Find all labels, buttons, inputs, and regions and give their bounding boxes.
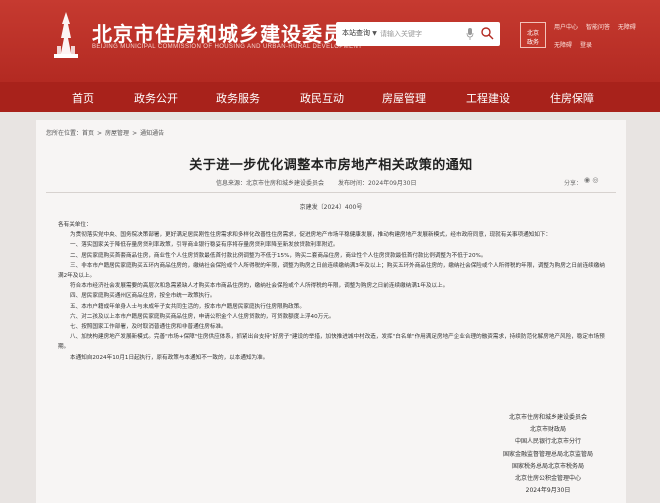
nav-housing-management[interactable]: 房屋管理 xyxy=(382,90,426,106)
search-scope-select[interactable]: 本站查询 ▼ xyxy=(342,28,377,38)
signatory: 国家金融监督管理总局北京监管局 xyxy=(502,450,593,458)
breadcrumb-home[interactable]: 您所在位置：首页 xyxy=(46,130,94,137)
article-date: 发布时间：2024年09月30日 xyxy=(337,180,417,187)
search-box: 本站查询 ▼ xyxy=(336,22,500,46)
site-logo-icon[interactable] xyxy=(52,10,80,60)
signatory: 北京市住房和城乡建设委员会 xyxy=(508,414,587,421)
breadcrumb-separator: > xyxy=(132,130,138,137)
signatory: 中国人民银行北京市分行 xyxy=(514,438,581,446)
paragraph: 一、落实国家关于降低存量房贷利率政策，引导商业银行稳妥有序将存量房贷利率降至新发… xyxy=(70,242,339,249)
document-number: 京建发〔2024〕400号 xyxy=(299,204,363,211)
breadcrumb-notice[interactable]: 通知通告 xyxy=(140,130,164,137)
site-header: 北京市住房和城乡建设委员会 BEIJING MUNICIPAL COMMISSI… xyxy=(0,0,660,82)
login-link[interactable]: 登录 xyxy=(580,42,592,49)
signatory: 国家税务总局北京市税务局 xyxy=(511,462,584,470)
nav-interaction[interactable]: 政民互动 xyxy=(300,90,344,106)
share-label: 分享： xyxy=(564,180,583,187)
nav-gov-service[interactable]: 政务服务 xyxy=(216,90,260,106)
paragraph: 六、对二孩及以上本市户籍居民家庭购买商品住房，申请公积金个人住房贷款的，可贷款额… xyxy=(70,313,335,320)
breadcrumb-separator: > xyxy=(97,130,103,137)
paragraph: 三、非本市户籍居民家庭购买五环内商品住房的，缴纳社会保险或个人所得税的年限，调整… xyxy=(58,262,605,280)
paragraph: 八、加快构建房地产发展新模式。完善"市场+保障"住房供应体系，抓紧出台支持"好房… xyxy=(58,334,605,351)
share-weibo-icon[interactable]: ◉ xyxy=(584,176,590,184)
badge-line-2: 政务 xyxy=(526,39,539,46)
signatories: 北京市住房和城乡建设委员会 北京市财政局 中国人民银行北京市分行 国家金融监督管… xyxy=(488,412,608,497)
search-scope-label: 本站查询 xyxy=(342,29,370,37)
share-wechat-icon[interactable]: ◎ xyxy=(592,176,598,184)
microphone-icon[interactable] xyxy=(466,28,474,40)
article-source: 信息来源：北京市住房和城乡建设委员会 xyxy=(216,180,325,187)
signatory: 北京住房公积金管理中心 xyxy=(514,475,581,483)
main-nav: 首页 政务公开 政务服务 政民互动 房屋管理 工程建设 住房保障 xyxy=(0,82,660,112)
paragraph: 本通知自2024年10月1日起执行，原有政策与本通知不一致的，以本通知为准。 xyxy=(70,354,269,361)
top-links-row-1: 用户中心 智能问答 无障碍 xyxy=(554,22,642,31)
nav-home[interactable]: 首页 xyxy=(72,90,94,106)
accessibility-link-2[interactable]: 无障碍 xyxy=(554,42,572,49)
article-panel: 您所在位置：首页 > 房屋管理 > 通知通告 关于进一步优化调整本市房地产相关政策的通知… xyxy=(36,120,626,503)
title-divider xyxy=(46,192,616,193)
paragraph: 七、按照国家工作部署，及时取消普通住房和非普通住房标准。 xyxy=(70,324,227,331)
nav-construction[interactable]: 工程建设 xyxy=(466,90,510,106)
site-title[interactable]: 北京市住房和城乡建设委员会 xyxy=(92,18,365,47)
accessibility-link[interactable]: 无障碍 xyxy=(618,24,636,31)
badge-line-1: 北京 xyxy=(526,30,539,37)
page-title: 关于进一步优化调整本市房地产相关政策的通知 xyxy=(189,158,473,173)
article-meta: 信息来源：北京市住房和城乡建设委员会 发布时间：2024年09月30日 xyxy=(216,178,428,187)
nav-gov-affairs[interactable]: 政务公开 xyxy=(134,90,178,106)
paragraph: 二、居民家庭购买首套商品住房，商业性个人住房贷款最低首付款比例调整为不低于15%… xyxy=(70,252,487,259)
qa-link[interactable]: 智能问答 xyxy=(586,24,610,31)
greeting: 各有关单位： xyxy=(58,222,92,228)
paragraph: 五、本市户籍成年单身人士与未成年子女共同生活的，按本市户籍居民家庭执行住房限购政… xyxy=(70,303,305,310)
gov-service-badge[interactable]: 北京 政务 xyxy=(520,22,546,48)
share-icons: ◉ ◎ xyxy=(584,176,598,184)
user-center-link[interactable]: 用户中心 xyxy=(554,24,578,31)
signature-date: 2024年9月30日 xyxy=(525,487,571,495)
article-body: 各有关单位： 为贯彻落实党中央、国务院决策部署，更好满足居民刚性住房需求和多样化… xyxy=(58,220,606,363)
nav-housing-security[interactable]: 住房保障 xyxy=(550,90,594,106)
site-title-en: BEIJING MUNICIPAL COMMISSION OF HOUSING … xyxy=(92,44,363,50)
paragraph: 四、居民家庭购买通州区商品住房，按全市统一政策执行。 xyxy=(70,293,216,300)
signatory: 北京市财政局 xyxy=(529,426,566,434)
search-input[interactable] xyxy=(380,25,480,43)
breadcrumb-housing[interactable]: 房屋管理 xyxy=(105,130,129,137)
breadcrumb: 您所在位置：首页 > 房屋管理 > 通知通告 xyxy=(46,128,164,137)
paragraph: 符合本市经济社会发展需要的高层次和急需紧缺人才购买本市商品住房的，缴纳社会保险或… xyxy=(70,283,449,290)
paragraph: 为贯彻落实党中央、国务院决策部署，更好满足居民刚性住房需求和多样化改善性住房需求… xyxy=(70,232,552,239)
search-icon[interactable] xyxy=(480,26,494,40)
top-links-row-2: 无障碍 登录 xyxy=(554,40,598,49)
chevron-down-icon: ▼ xyxy=(372,30,377,37)
